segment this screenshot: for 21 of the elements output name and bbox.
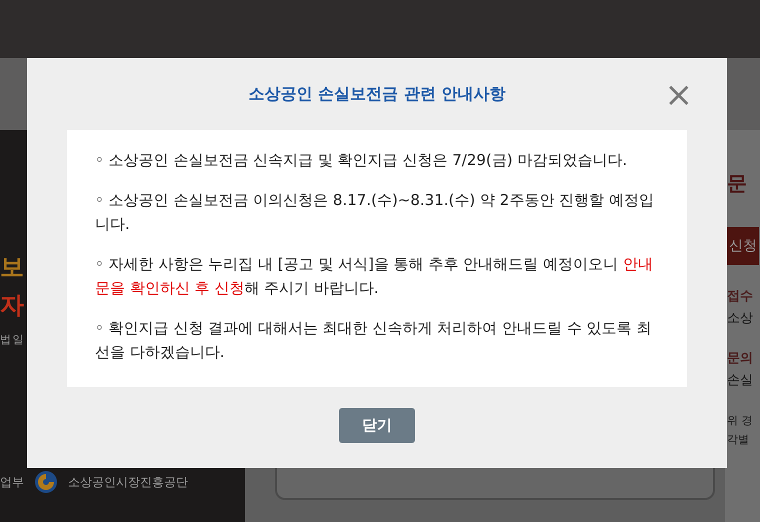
close-dialog-button[interactable]: 닫기 bbox=[339, 408, 415, 443]
swirl-logo-icon bbox=[34, 470, 58, 494]
notice-paragraph: ◦ 확인지급 신청 결과에 대해서는 최대한 신속하게 처리하여 안내드릴 수 있도록 최선을 다하겠습니다. bbox=[95, 318, 652, 363]
info-label: 접수 bbox=[727, 288, 753, 305]
info-value: 소상 bbox=[727, 310, 753, 327]
dialog-title: 소상공인 손실보전금 관련 안내사항 bbox=[248, 84, 506, 104]
banner-headline: 보 bbox=[0, 252, 24, 283]
note-text: 위 경 bbox=[727, 413, 752, 428]
section-heading: 문 bbox=[727, 170, 747, 197]
notice-paragraph: ◦ 소상공인 손실보전금 이의신청은 8.17.(수)~8.31.(수) 약 2주동안 진행할 예정입니다. bbox=[95, 190, 655, 235]
note-text: 각별 bbox=[727, 432, 750, 447]
logo-text: 소상공인시장진흥공단 bbox=[68, 474, 188, 490]
close-button[interactable]: × bbox=[660, 80, 697, 110]
apply-button[interactable]: 신청 bbox=[727, 227, 759, 265]
banner-headline: 자 bbox=[0, 290, 24, 321]
notice-paragraph: ◦ 소상공인 손실보전금 신속지급 및 확인지급 신청은 7/29(금) 마감되었습니다. bbox=[95, 150, 628, 171]
info-value: 손실 bbox=[727, 372, 753, 389]
banner-subtitle: 법 일 bbox=[0, 332, 22, 347]
notice-paragraph: ◦ 자세한 사항은 누리집 내 [공고 및 서식]을 통해 추후 안내해드릴 예정이오니 안내문을 확인하신 후 신청해 주시기 바랍니다. bbox=[95, 254, 654, 299]
footer-text: 업부 bbox=[0, 474, 24, 490]
info-label: 문의 bbox=[727, 350, 753, 367]
